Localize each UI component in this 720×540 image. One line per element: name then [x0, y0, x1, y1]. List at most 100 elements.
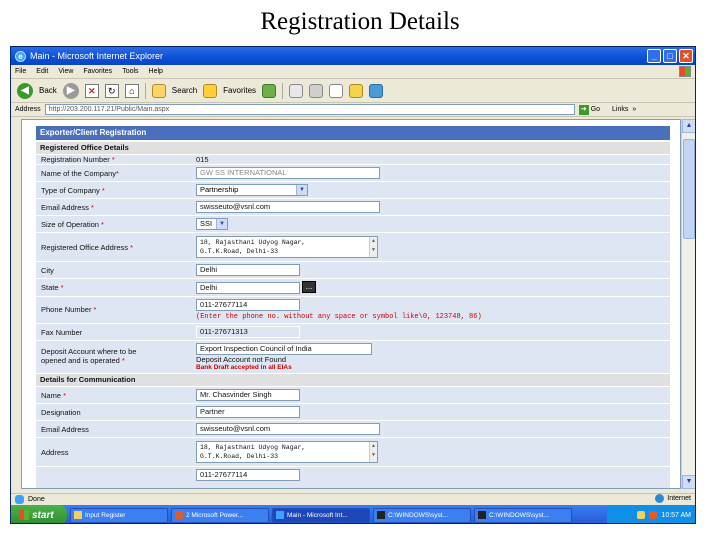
form-row-fax: Fax Number 011-27671313 — [36, 324, 670, 340]
menu-tools[interactable]: Tools — [122, 68, 138, 75]
contact-name-label: Name * — [41, 391, 67, 400]
window-title: Main - Microsoft Internet Explorer — [30, 51, 164, 61]
form-row-comm-phone: 011-27677114 — [36, 467, 670, 488]
mail-icon[interactable] — [289, 83, 304, 98]
back-arrow-icon[interactable]: ◀ — [17, 82, 33, 99]
address-input[interactable]: http://203.200.117.21/Public/Main.aspx — [44, 104, 575, 115]
deposit-warning: Bank Draft accepted in all EIAs — [196, 364, 292, 371]
textarea-scrollbar[interactable]: ▲ ▼ — [369, 442, 377, 462]
tray-icon[interactable] — [637, 511, 646, 519]
address-bar: Address http://203.200.117.21/Public/Mai… — [11, 103, 695, 117]
console-icon — [377, 511, 385, 519]
chevron-down-icon: ▼ — [216, 219, 227, 229]
email-label: Email Address * — [41, 203, 94, 212]
start-button[interactable]: start — [11, 505, 67, 523]
company-type-select[interactable]: Partnership ▼ — [196, 184, 308, 196]
maximize-button[interactable]: □ — [663, 49, 677, 63]
scroll-thumb[interactable] — [683, 139, 695, 239]
tray-icon[interactable] — [649, 511, 658, 519]
console-icon — [478, 511, 486, 519]
menu-favorites[interactable]: Favorites — [83, 68, 112, 75]
taskbar-item[interactable]: C:\WINDOWS\syst... — [474, 507, 572, 523]
forward-arrow-icon[interactable]: ▶ — [62, 82, 79, 99]
browser-window: e Main - Microsoft Internet Explorer _ □… — [10, 46, 696, 524]
go-button[interactable]: ➜ Go — [578, 104, 600, 115]
form-row-deposit: Deposit Account where to be opened and i… — [36, 341, 670, 373]
company-name-input[interactable]: GW SS INTERNATIONAL — [196, 167, 380, 179]
clock[interactable]: 10:57 AM — [661, 512, 691, 519]
company-type-label: Type of Company * — [41, 186, 105, 195]
deposit-note: Deposit Account not Found — [196, 355, 287, 364]
form-row-registration-number: Registration Number * 015 — [36, 155, 670, 164]
taskbar-item-active[interactable]: Main - Microsoft Int... — [272, 507, 370, 523]
taskbar-item[interactable]: Input Register — [70, 507, 168, 523]
search-icon[interactable] — [151, 83, 166, 98]
status-text: Done — [28, 496, 45, 503]
comm-address-textarea[interactable]: 18, Rajasthani Udyog Nagar, G.T.K.Road, … — [196, 441, 378, 463]
section-communication: Details for Communication — [36, 374, 670, 386]
email-input[interactable]: swisseuto@vsnl.com — [196, 201, 380, 213]
taskbar-item[interactable]: C:\WINDOWS\syst... — [373, 507, 471, 523]
zone-label: Internet — [667, 495, 691, 502]
menu-view[interactable]: View — [58, 68, 73, 75]
textarea-scrollbar[interactable]: ▲ ▼ — [369, 237, 377, 257]
back-label[interactable]: Back — [39, 86, 57, 95]
deposit-label: Deposit Account where to be opened and i… — [41, 347, 137, 365]
scroll-down-icon[interactable]: ▼ — [682, 475, 695, 489]
globe-icon — [655, 494, 665, 503]
form-row-office-address: Registered Office Address * 18, Rajastha… — [36, 233, 670, 261]
comm-address-label: Address — [41, 448, 69, 457]
chevron-right-icon[interactable]: » — [632, 106, 636, 113]
edit-icon[interactable] — [329, 83, 344, 98]
size-label: Size of Operation * — [41, 220, 104, 229]
office-address-textarea[interactable]: 18, Rajasthani Udyog Nagar, G.T.K.Road, … — [196, 236, 378, 258]
phone-input[interactable]: 011-27677114 — [196, 299, 300, 311]
history-icon[interactable] — [262, 83, 277, 98]
scroll-up-icon[interactable]: ▲ — [682, 119, 695, 133]
form-row-company-type: Type of Company * Partnership ▼ — [36, 182, 670, 198]
page-icon — [15, 495, 24, 504]
taskbar-item[interactable]: 2 Microsoft Power... — [171, 507, 269, 523]
state-label: State * — [41, 283, 64, 292]
menu-help[interactable]: Help — [149, 68, 163, 75]
deposit-account-input[interactable]: Export Inspection Council of India — [196, 343, 372, 355]
search-label[interactable]: Search — [172, 86, 197, 95]
designation-label: Designation — [41, 408, 81, 417]
favorites-label[interactable]: Favorites — [223, 86, 256, 95]
go-arrow-icon: ➜ — [578, 104, 589, 115]
home-icon[interactable]: ⌂ — [124, 83, 139, 98]
title-bar: e Main - Microsoft Internet Explorer _ □… — [11, 47, 695, 65]
menu-file[interactable]: File — [15, 68, 26, 75]
designation-input[interactable]: Partner — [196, 406, 300, 418]
company-name-label: Name of the Company* — [41, 169, 119, 178]
refresh-icon[interactable]: ↻ — [104, 83, 119, 98]
toolbar-divider — [144, 82, 146, 99]
favorites-star-icon[interactable] — [203, 83, 218, 98]
close-button[interactable]: ✕ — [679, 49, 693, 63]
fax-value[interactable]: 011-27671313 — [196, 326, 300, 338]
messenger-icon[interactable] — [369, 83, 384, 98]
form-row-state: State * Delhi ... — [36, 279, 670, 296]
ie-icon — [276, 511, 284, 519]
form-row-designation: Designation Partner — [36, 404, 670, 420]
comm-phone-input[interactable]: 011-27677114 — [196, 469, 300, 481]
toolbar: ◀ Back ▶ ✕ ↻ ⌂ Search Favorites — [11, 79, 695, 103]
state-input[interactable]: Delhi — [196, 282, 300, 294]
links-label[interactable]: Links — [612, 106, 628, 113]
ie-icon: e — [15, 50, 26, 62]
contact-name-input[interactable]: Mr. Chasvinder Singh — [196, 389, 300, 401]
size-select[interactable]: SSI ▼ — [196, 218, 228, 230]
comm-email-input[interactable]: swisseuto@vsnl.com — [196, 423, 380, 435]
page-scrollbar[interactable]: ▲ ▼ — [681, 119, 695, 489]
registration-number-label: Registration Number * — [41, 155, 115, 164]
state-lookup-button[interactable]: ... — [302, 281, 316, 293]
powerpoint-icon — [175, 511, 183, 519]
stop-icon[interactable]: ✕ — [84, 83, 99, 98]
chevron-down-icon: ▼ — [296, 185, 307, 195]
menu-edit[interactable]: Edit — [36, 68, 48, 75]
folder-icon[interactable] — [349, 83, 364, 98]
print-icon[interactable] — [309, 83, 324, 98]
city-input[interactable]: Delhi — [196, 264, 300, 276]
office-address-label: Registered Office Address * — [41, 243, 134, 252]
minimize-button[interactable]: _ — [647, 49, 661, 63]
